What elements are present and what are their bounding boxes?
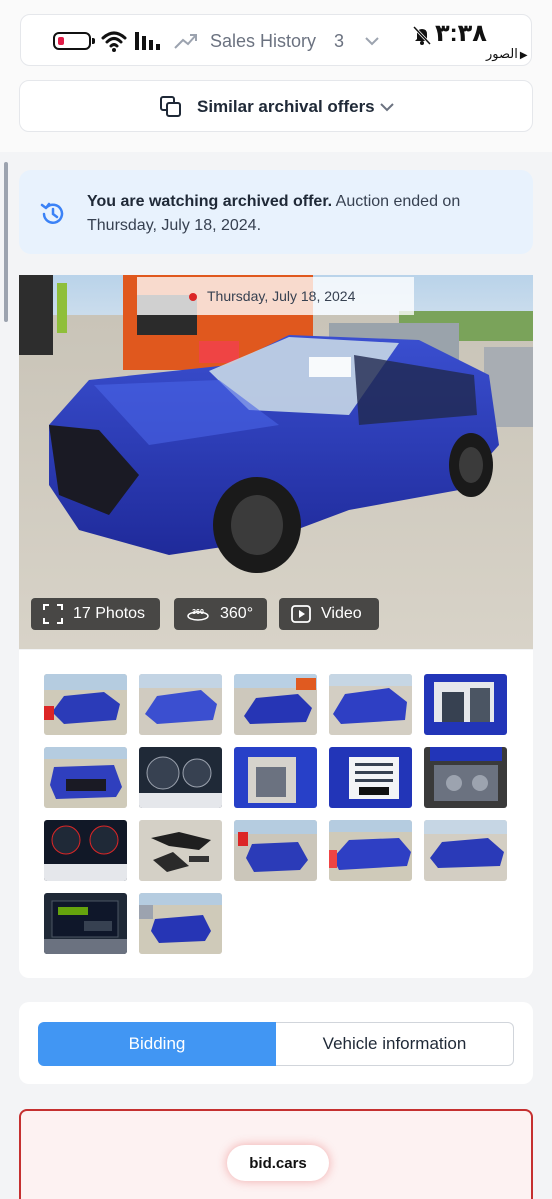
sales-history-count: 3 <box>334 31 345 51</box>
auction-date-badge: Thursday, July 18, 2024 <box>137 277 414 315</box>
tab-bidding-label: Bidding <box>128 1034 186 1053</box>
thumbnail[interactable] <box>234 747 317 808</box>
wifi-icon <box>101 31 127 52</box>
view-360-label: 360° <box>220 605 254 622</box>
notice-bold: You are watching archived offer. <box>87 193 333 210</box>
sales-history-bar[interactable]: Sales History 3 ٣:٣٨ <box>20 14 532 66</box>
play-video-icon <box>291 605 311 623</box>
bid-panel: bid.cars <box>19 1109 533 1199</box>
video-label: Video <box>321 605 362 622</box>
back-label: الصور <box>486 46 518 61</box>
thumbnail[interactable] <box>139 893 222 954</box>
similar-offers-dropdown[interactable]: Similar archival offers <box>19 80 533 132</box>
top-bar: Sales History 3 ٣:٣٨ الصور ▶ Similar arch… <box>0 0 552 152</box>
fullscreen-icon <box>43 604 63 624</box>
copy-icon <box>160 96 181 117</box>
svg-text:360: 360 <box>192 609 204 616</box>
scrollbar[interactable] <box>4 162 8 322</box>
battery-icon <box>53 32 95 50</box>
back-to-photos-link[interactable]: الصور ▶ <box>486 46 528 62</box>
play-triangle-icon: ▶ <box>519 50 528 61</box>
video-button[interactable]: Video <box>279 598 379 630</box>
tab-vehicle-label: Vehicle information <box>322 1034 467 1053</box>
clock-time: ٣:٣٨ <box>435 20 487 47</box>
similar-offers-label: Similar archival offers <box>197 97 375 116</box>
live-dot-icon <box>189 293 197 301</box>
bell-muted-icon <box>412 25 432 45</box>
tab-vehicle-information[interactable]: Vehicle information <box>276 1022 514 1066</box>
view-360-button[interactable]: 360 360° <box>174 598 267 630</box>
bid-cars-logo: bid.cars <box>227 1145 329 1181</box>
car-photo-image <box>19 275 533 649</box>
thumbnail[interactable] <box>44 747 127 808</box>
thumbnail[interactable] <box>329 674 412 735</box>
trending-up-icon <box>174 34 197 49</box>
thumbnail[interactable] <box>329 820 412 881</box>
thumbnail[interactable] <box>44 820 127 881</box>
photos-label: 17 Photos <box>73 605 146 622</box>
auction-date: Thursday, July 18, 2024 <box>207 288 356 304</box>
tab-bidding[interactable]: Bidding <box>38 1022 276 1066</box>
cellular-signal-icon <box>135 32 160 50</box>
thumbnail[interactable] <box>234 820 317 881</box>
bid-cars-logo-text: bid.cars <box>249 1154 307 1172</box>
notice-text: You are watching archived offer. Auction… <box>87 190 517 238</box>
thumbnail[interactable] <box>424 747 507 808</box>
thumbnail[interactable] <box>329 747 412 808</box>
main-vehicle-photo[interactable]: Thursday, July 18, 2024 17 Photos 360 36… <box>19 275 533 649</box>
chevron-down-icon <box>365 37 379 46</box>
rotate-360-icon: 360 <box>187 609 209 621</box>
thumbnail[interactable] <box>139 674 222 735</box>
thumbnail[interactable] <box>424 674 507 735</box>
archived-notice: You are watching archived offer. Auction… <box>19 170 533 254</box>
thumbnail[interactable] <box>44 674 127 735</box>
sales-history-label: Sales History <box>210 31 317 51</box>
thumbnail[interactable] <box>44 893 127 954</box>
thumbnail[interactable] <box>234 674 317 735</box>
photos-button[interactable]: 17 Photos <box>31 598 160 630</box>
thumbnail-gallery <box>19 650 533 978</box>
thumbnail[interactable] <box>139 747 222 808</box>
chevron-down-icon <box>380 103 394 112</box>
tabs-panel: Bidding Vehicle information <box>19 1002 533 1084</box>
thumbnail[interactable] <box>139 820 222 881</box>
history-icon <box>40 202 64 224</box>
thumbnail[interactable] <box>424 820 507 881</box>
